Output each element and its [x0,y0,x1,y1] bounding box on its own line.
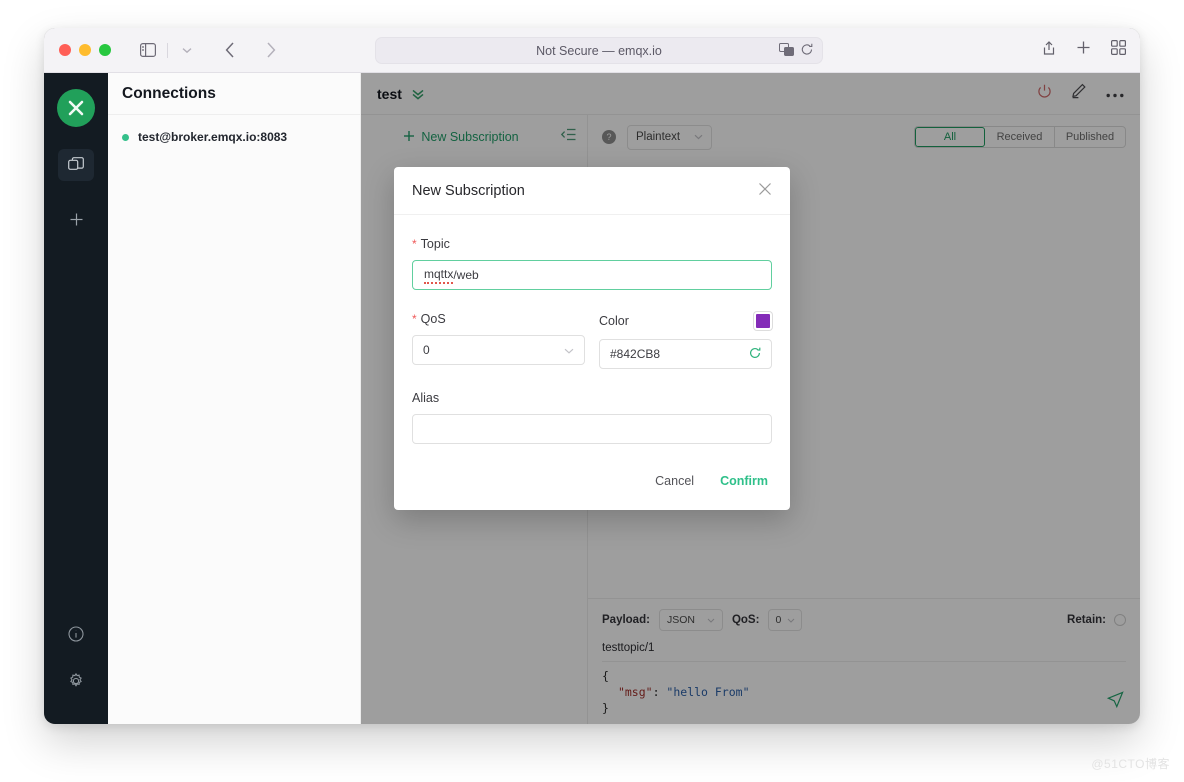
confirm-button[interactable]: Confirm [720,474,768,488]
connection-list-item[interactable]: test@broker.emqx.io:8083 [108,115,360,159]
refresh-icon[interactable] [749,347,761,362]
watermark: @51CTO博客 [1091,755,1170,772]
address-bar[interactable]: Not Secure — emqx.io [375,37,823,64]
connections-panel: Connections test@broker.emqx.io:8083 [108,73,361,724]
topic-input-value-rest: /web [453,268,478,282]
info-icon[interactable] [68,626,84,647]
back-arrow-icon[interactable] [217,37,243,63]
sidebar-toggle-icon[interactable] [135,37,161,63]
connections-header: Connections [108,73,360,115]
topic-input-value-spellchecked: mqttx [424,267,453,284]
sidebar-item-new-connection[interactable] [58,203,94,235]
toolbar-divider [167,43,168,58]
tab-grid-icon[interactable] [1111,40,1126,60]
dialog-footer: Cancel Confirm [394,448,790,510]
connection-status-dot [122,134,129,141]
topic-label-text: Topic [421,237,450,251]
plus-icon[interactable] [1076,40,1091,60]
window-controls[interactable] [59,44,111,56]
alias-field-label: Alias [412,391,772,405]
gear-icon[interactable] [68,673,84,694]
connection-label: test@broker.emqx.io:8083 [138,130,287,144]
share-icon[interactable] [1042,40,1056,61]
app-sidebar [44,73,108,724]
chevron-down-icon[interactable] [174,37,200,63]
browser-window: Not Secure — emqx.io [44,28,1140,724]
close-window-button[interactable] [59,44,71,56]
address-bar-text: Not Secure — emqx.io [536,44,662,58]
chevron-down-icon [564,343,574,357]
required-marker: * [412,313,417,325]
close-icon[interactable] [758,182,772,200]
translate-icon[interactable] [779,43,794,59]
dialog-body: * Topic mqttx/web * QoS 0 [394,215,790,448]
topic-field-label: * Topic [412,237,772,251]
minimize-window-button[interactable] [79,44,91,56]
color-input[interactable]: #842CB8 [599,339,772,369]
sidebar-item-connections[interactable] [58,149,94,181]
qos-label-text: QoS [421,312,446,326]
qos-select[interactable]: 0 [412,335,585,365]
new-subscription-dialog: New Subscription * Topic mqttx/web * QoS [394,167,790,510]
reload-icon[interactable] [801,43,813,59]
forward-arrow-icon[interactable] [258,37,284,63]
cancel-button[interactable]: Cancel [655,474,694,488]
color-swatch[interactable] [754,312,772,330]
dialog-header: New Subscription [394,167,790,215]
qos-field-label: * QoS [412,312,585,326]
alias-input[interactable] [412,414,772,444]
emqx-logo-icon [57,89,95,127]
color-field-label: Color [599,314,629,328]
topic-input[interactable]: mqttx/web [412,260,772,290]
dialog-title: New Subscription [412,183,525,199]
color-input-value: #842CB8 [610,347,660,361]
maximize-window-button[interactable] [99,44,111,56]
required-marker: * [412,238,417,250]
browser-toolbar: Not Secure — emqx.io [44,28,1140,73]
qos-select-value: 0 [423,343,430,357]
